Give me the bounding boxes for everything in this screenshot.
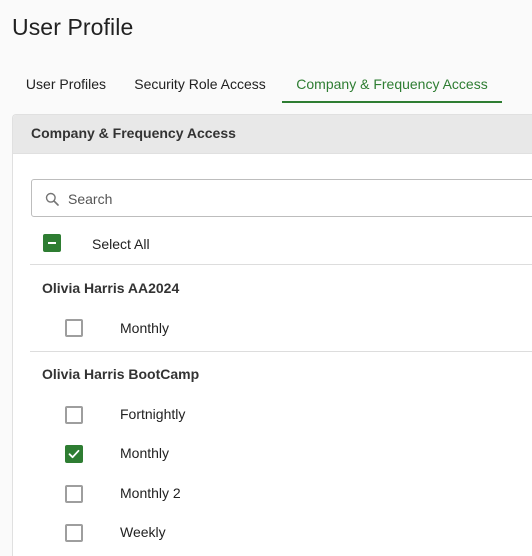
search-field[interactable] xyxy=(31,179,532,217)
frequency-checkbox[interactable] xyxy=(65,524,83,542)
list-item: Monthly xyxy=(13,438,532,468)
frequency-label: Fortnightly xyxy=(120,406,186,422)
list-item: Monthly 2 xyxy=(13,478,532,508)
page-title: User Profile xyxy=(12,14,134,40)
frequency-checkbox[interactable] xyxy=(65,319,83,337)
frequency-label: Weekly xyxy=(120,524,166,540)
tab-security-role-access[interactable]: Security Role Access xyxy=(120,66,280,103)
search-icon xyxy=(45,192,59,206)
select-all-checkbox[interactable] xyxy=(43,234,61,252)
panel-header: Company & Frequency Access xyxy=(13,115,532,154)
select-all-row: Select All xyxy=(13,229,532,259)
frequency-label: Monthly xyxy=(120,320,170,336)
tab-company-frequency-access[interactable]: Company & Frequency Access xyxy=(282,66,502,103)
frequency-label: Monthly 2 xyxy=(120,485,181,501)
search-input[interactable] xyxy=(68,188,468,210)
frequency-checkbox[interactable] xyxy=(65,406,83,424)
frequency-checkbox[interactable] xyxy=(65,445,83,463)
list-item: Monthly xyxy=(13,313,532,343)
frequency-label: Monthly xyxy=(120,445,170,461)
checkmark-icon xyxy=(68,449,80,459)
list-item: Weekly xyxy=(13,517,532,547)
divider xyxy=(30,264,532,265)
list-item: Fortnightly xyxy=(13,399,532,429)
group-title-bootcamp: Olivia Harris BootCamp xyxy=(42,366,200,382)
tab-user-profiles[interactable]: User Profiles xyxy=(12,66,120,103)
select-all-label: Select All xyxy=(92,236,150,252)
tab-bar: User Profiles Security Role Access Compa… xyxy=(12,66,532,103)
company-frequency-panel: Company & Frequency Access Select All Ol… xyxy=(12,114,532,556)
group-title-aa2024: Olivia Harris AA2024 xyxy=(42,280,180,296)
divider xyxy=(30,351,532,352)
frequency-checkbox[interactable] xyxy=(65,485,83,503)
indeterminate-icon xyxy=(48,242,56,244)
